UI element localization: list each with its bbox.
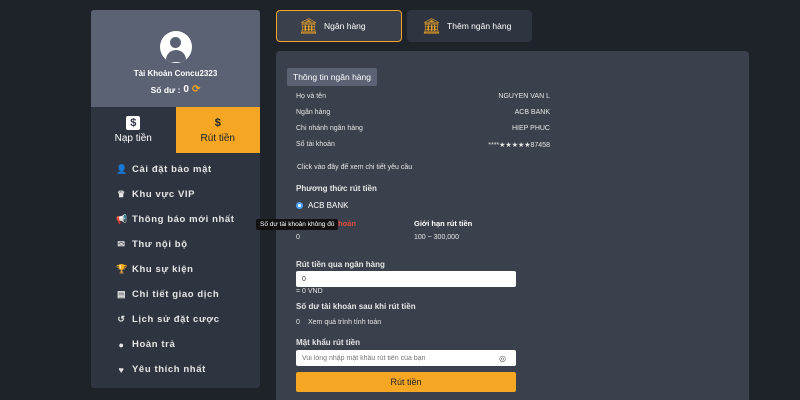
withdraw-label: Rút tiền [200, 133, 235, 144]
refresh-icon[interactable]: ⟳ [192, 84, 200, 95]
mail-icon: ✉ [117, 239, 126, 249]
profile-card: Tài Khoản Concu2323 Số dư : 0 ⟳ [91, 10, 260, 107]
info-label: Số tài khoản [296, 141, 335, 148]
sidebar-item-inbox[interactable]: ✉ Thư nội bộ [91, 232, 260, 257]
dollar-icon: $ [126, 116, 141, 130]
bank-icon: 🏛 [299, 17, 319, 35]
tab-bank-label: Ngân hàng [324, 21, 366, 31]
document-icon: ▤ [116, 289, 127, 299]
sidebar-item-label: Lịch sử đặt cược [132, 314, 220, 325]
sidebar-item-rebate[interactable]: ● Hoàn trả [91, 332, 260, 357]
info-value: ****★★★★★87458 [488, 142, 550, 149]
deposit-button[interactable]: $ Nạp tiền [91, 107, 176, 153]
calculation-link[interactable]: Xem quá trình tính toán [308, 319, 381, 326]
method-title: Phương thức rút tiền [296, 184, 377, 193]
method-option-label: ACB BANK [308, 201, 349, 210]
sidebar-item-label: Chi tiết giao dịch [132, 289, 220, 300]
balance-value: 0 [183, 84, 189, 95]
after-balance-title: Số dư tài khoản sau khi rút tiền [296, 302, 416, 311]
avatar-icon [159, 31, 192, 63]
trophy-icon: 🏆 [116, 264, 128, 274]
bank-info-header: Thông tin ngân hàng [287, 68, 377, 86]
history-icon: ↺ [117, 314, 126, 324]
info-label: Ngân hàng [296, 109, 331, 116]
eye-slash-icon[interactable]: ◎ [499, 354, 506, 363]
password-title: Mật khẩu rút tiền [296, 338, 361, 347]
sidebar-item-label: Hoàn trả [132, 339, 176, 350]
password-input[interactable] [296, 350, 516, 366]
info-value: ACB BANK [514, 109, 550, 116]
megaphone-icon: 📢 [116, 214, 128, 224]
sidebar-item-label: Khu sự kiện [132, 264, 194, 275]
sidebar-item-security[interactable]: 👤 Cài đặt bảo mật [91, 157, 260, 182]
info-value: HIEP PHUC [512, 125, 550, 132]
balance-display: Số dư : 0 ⟳ [91, 84, 260, 95]
crown-icon: ♛ [117, 189, 126, 199]
submit-withdraw-button[interactable]: Rút tiền [296, 372, 516, 392]
tab-bank[interactable]: 🏛 Ngân hàng [276, 10, 402, 42]
sidebar-item-events[interactable]: 🏆 Khu sự kiện [91, 257, 260, 282]
amount-title: Rút tiền qua ngân hàng [296, 260, 385, 269]
limit-col-label: Giới hạn rút tiền [414, 219, 473, 228]
info-label: Chi nhánh ngân hàng [296, 125, 363, 132]
deposit-label: Nạp tiền [114, 133, 152, 144]
after-balance-value: 0 [296, 319, 300, 326]
info-value: NGUYEN VAN L [498, 93, 550, 100]
info-label: Họ và tên [296, 93, 326, 100]
sidebar-item-bet-history[interactable]: ↺ Lịch sử đặt cược [91, 307, 260, 332]
amount-input[interactable] [296, 271, 516, 287]
insufficient-balance-tooltip: Số dư tài khoản không đủ [256, 219, 339, 230]
sidebar-item-label: Khu vực VIP [132, 189, 196, 200]
user-cog-icon: 👤 [116, 164, 128, 174]
sidebar-item-transactions[interactable]: ▤ Chi tiết giao dịch [91, 282, 260, 307]
tab-add-bank[interactable]: 🏛 Thêm ngân hàng [407, 10, 532, 42]
hand-dollar-icon: $ [214, 117, 221, 129]
sidebar-item-label: Cài đặt bảo mật [132, 164, 212, 175]
info-row-branch: Chi nhánh ngân hàng HIEP PHUC [296, 125, 550, 132]
sidebar-menu: 👤 Cài đặt bảo mật ♛ Khu vực VIP 📢 Thông … [91, 153, 260, 382]
limit-col-value: 100 ~ 300,000 [414, 234, 459, 241]
info-row-account: Số tài khoản ****★★★★★87458 [296, 141, 550, 149]
amount-converted: = 0 VND [296, 288, 323, 295]
withdraw-button[interactable]: $ Rút tiền [175, 107, 260, 153]
sidebar-item-favorites[interactable]: ♥ Yêu thích nhất [91, 357, 260, 382]
balance-label: Số dư : [150, 84, 181, 95]
sidebar-item-notifications[interactable]: 📢 Thông báo mới nhất [91, 207, 260, 232]
sidebar-item-label: Yêu thích nhất [132, 364, 206, 375]
balance-col-label: hoản [338, 219, 356, 228]
radio-selected-icon[interactable] [296, 202, 303, 209]
withdraw-panel: Thông tin ngân hàng Họ và tên NGUYEN VAN… [256, 51, 749, 400]
heart-icon: ♥ [118, 364, 125, 375]
balance-col-value: 0 [296, 234, 300, 241]
sidebar-item-label: Thông báo mới nhất [132, 214, 235, 225]
info-row-bank: Ngân hàng ACB BANK [296, 109, 550, 116]
method-option[interactable]: ACB BANK [296, 201, 348, 210]
tab-add-bank-label: Thêm ngân hàng [447, 21, 512, 31]
info-row-name: Họ và tên NGUYEN VAN L [296, 93, 550, 100]
sidebar: Tài Khoản Concu2323 Số dư : 0 ⟳ $ Nạp ti… [91, 10, 260, 388]
action-row: $ Nạp tiền $ Rút tiền [91, 107, 260, 153]
detail-link[interactable]: Click vào đây để xem chi tiết yêu cầu [297, 164, 412, 171]
bank-add-icon: 🏛 [422, 17, 442, 35]
sidebar-item-label: Thư nội bộ [132, 239, 188, 250]
sidebar-item-vip[interactable]: ♛ Khu vực VIP [91, 182, 260, 207]
coin-icon: ● [118, 339, 125, 350]
username: Tài Khoản Concu2323 [133, 69, 218, 78]
